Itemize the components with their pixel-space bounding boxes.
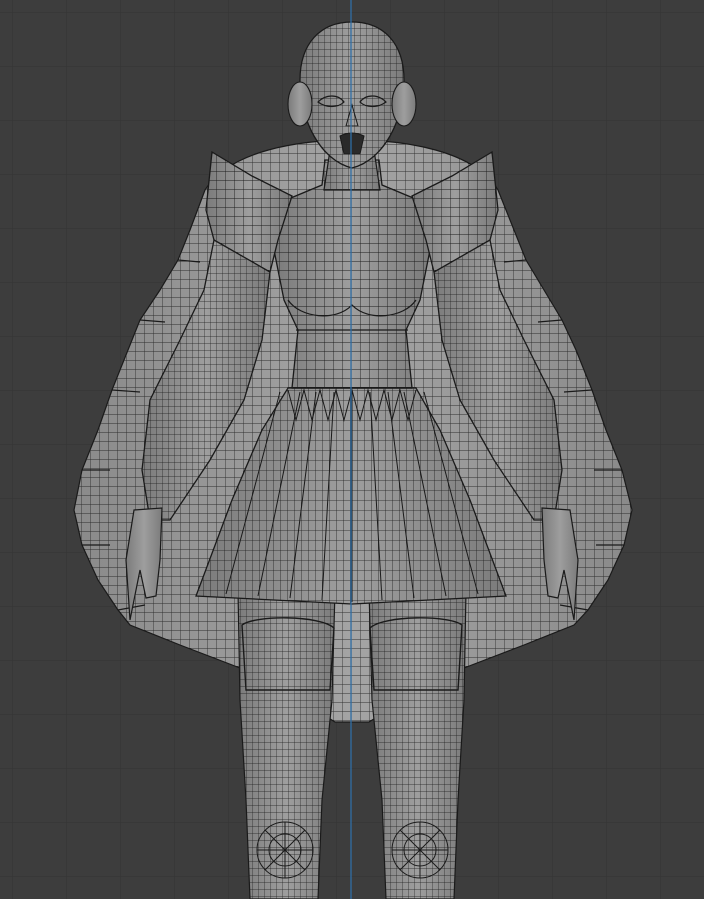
3d-viewport[interactable]	[0, 0, 704, 899]
viewport-canvas[interactable]	[0, 0, 704, 899]
